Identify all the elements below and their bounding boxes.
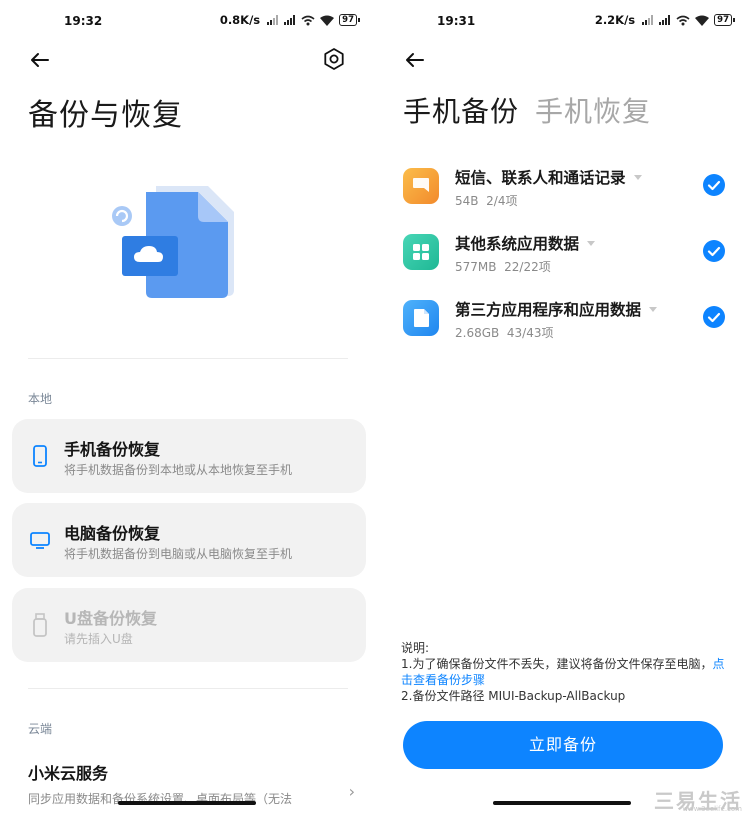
tab-phone-backup[interactable]: 手机备份 xyxy=(403,90,519,130)
card-subtitle: 请先插入U盘 xyxy=(64,632,133,646)
back-button[interactable] xyxy=(401,46,429,74)
caret-down-icon[interactable] xyxy=(587,240,596,246)
phone-backup-card[interactable]: 手机备份恢复 将手机数据备份到本地或从本地恢复至手机 xyxy=(12,419,366,493)
system-icons: 2.2K/s 97 xyxy=(594,13,735,27)
check-icon xyxy=(707,312,721,323)
pc-backup-card[interactable]: 电脑备份恢复 将手机数据备份到电脑或从电脑恢复至手机 xyxy=(12,503,366,577)
chevron-right-icon: › xyxy=(348,782,355,801)
backup-note: 说明: 1.为了确保备份文件不丢失，建议将备份文件保存至电脑，点击查看备份步骤 … xyxy=(401,640,731,704)
card-subtitle: 将手机数据备份到本地或从本地恢复至手机 xyxy=(64,463,293,477)
battery-icon: 97 xyxy=(339,14,360,26)
wifi-icon xyxy=(320,15,335,26)
backup-restore-screen: 19:32 0.8K/s 97 备份与恢复 本地 手机备份恢复 将手机数据备份到… xyxy=(0,0,375,813)
item-name: 第三方应用程序和应用数据 xyxy=(455,298,658,320)
list-item-system-apps[interactable]: 其他系统应用数据 577MB 22/22项 xyxy=(403,230,725,280)
cloud-title: 小米云服务 xyxy=(28,764,109,783)
hotspot-icon xyxy=(301,15,315,25)
gear-icon xyxy=(324,48,344,70)
wifi-icon xyxy=(695,15,710,26)
note-line-2: 2.备份文件路径 MIUI-Backup-AllBackup xyxy=(401,689,626,703)
divider xyxy=(28,358,348,359)
backup-illustration xyxy=(104,178,244,308)
back-button[interactable] xyxy=(26,46,54,74)
mi-cloud-row[interactable]: 小米云服务 同步应用数据和备份系统设置、桌面布局等（无法 › xyxy=(28,760,355,806)
item-name: 短信、联系人和通话记录 xyxy=(455,166,642,188)
status-bar: 19:32 0.8K/s 97 xyxy=(0,0,375,42)
note-heading: 说明: xyxy=(401,641,430,655)
card-title: 手机备份恢复 xyxy=(64,440,161,459)
backup-file-illustration-icon xyxy=(112,186,234,298)
settings-button[interactable] xyxy=(321,46,347,72)
card-subtitle: 将手机数据备份到电脑或从电脑恢复至手机 xyxy=(64,547,293,561)
status-bar: 19:31 2.2K/s 97 xyxy=(375,0,750,42)
status-time: 19:31 xyxy=(437,14,476,28)
home-indicator[interactable] xyxy=(493,801,631,805)
checkbox-checked[interactable] xyxy=(703,240,725,262)
usb-backup-card: U盘备份恢复 请先插入U盘 xyxy=(12,588,366,662)
divider xyxy=(28,688,348,689)
watermark-url: www.3eelife.com xyxy=(682,805,742,813)
watermark-logo: 三易生活 www.3eelife.com xyxy=(646,785,746,813)
card-title: U盘备份恢复 xyxy=(64,609,157,628)
note-line-1: 1.为了确保备份文件不丢失，建议将备份文件保存至电脑，点击查看备份步骤 xyxy=(401,657,725,687)
item-meta: 54B 2/4项 xyxy=(455,194,518,208)
monitor-icon xyxy=(30,532,50,549)
section-label-cloud: 云端 xyxy=(28,722,53,736)
card-title: 电脑备份恢复 xyxy=(64,524,161,543)
list-item-third-party-apps[interactable]: 第三方应用程序和应用数据 2.68GB 43/43项 xyxy=(403,296,725,346)
section-label-local: 本地 xyxy=(28,392,53,406)
battery-icon: 97 xyxy=(714,14,735,26)
checkbox-checked[interactable] xyxy=(703,306,725,328)
backup-now-button[interactable]: 立即备份 xyxy=(403,721,723,769)
checkbox-checked[interactable] xyxy=(703,174,725,196)
check-icon xyxy=(707,180,721,191)
list-item-messages-contacts[interactable]: 短信、联系人和通话记录 54B 2/4项 xyxy=(403,164,725,214)
signal-hd-icon xyxy=(284,15,296,25)
network-speed: 0.8K/s xyxy=(219,13,261,27)
item-name: 其他系统应用数据 xyxy=(455,232,596,254)
message-icon xyxy=(403,168,439,204)
network-speed: 2.2K/s xyxy=(594,13,636,27)
document-icon xyxy=(403,300,439,336)
apps-grid-icon xyxy=(403,234,439,270)
backup-restore-tabs: 手机备份 手机恢复 xyxy=(403,90,651,130)
home-indicator[interactable] xyxy=(118,801,256,805)
signal-icon xyxy=(267,15,279,25)
phone-icon xyxy=(33,445,47,467)
check-icon xyxy=(707,246,721,257)
hotspot-icon xyxy=(676,15,690,25)
caret-down-icon[interactable] xyxy=(649,306,658,312)
status-time: 19:32 xyxy=(64,14,103,28)
usb-drive-icon xyxy=(33,613,47,637)
page-title: 备份与恢复 xyxy=(28,98,183,133)
arrow-left-icon xyxy=(31,53,49,67)
signal-icon xyxy=(642,15,654,25)
phone-backup-screen: 19:31 2.2K/s 97 手机备份 手机恢复 短信、联系人和通话记录 54… xyxy=(375,0,750,813)
caret-down-icon[interactable] xyxy=(633,174,642,180)
signal-hd-icon xyxy=(659,15,671,25)
item-meta: 577MB 22/22项 xyxy=(455,260,551,274)
item-meta: 2.68GB 43/43项 xyxy=(455,326,554,340)
system-icons: 0.8K/s 97 xyxy=(219,13,360,27)
tab-phone-restore[interactable]: 手机恢复 xyxy=(535,90,651,130)
arrow-left-icon xyxy=(406,53,424,67)
